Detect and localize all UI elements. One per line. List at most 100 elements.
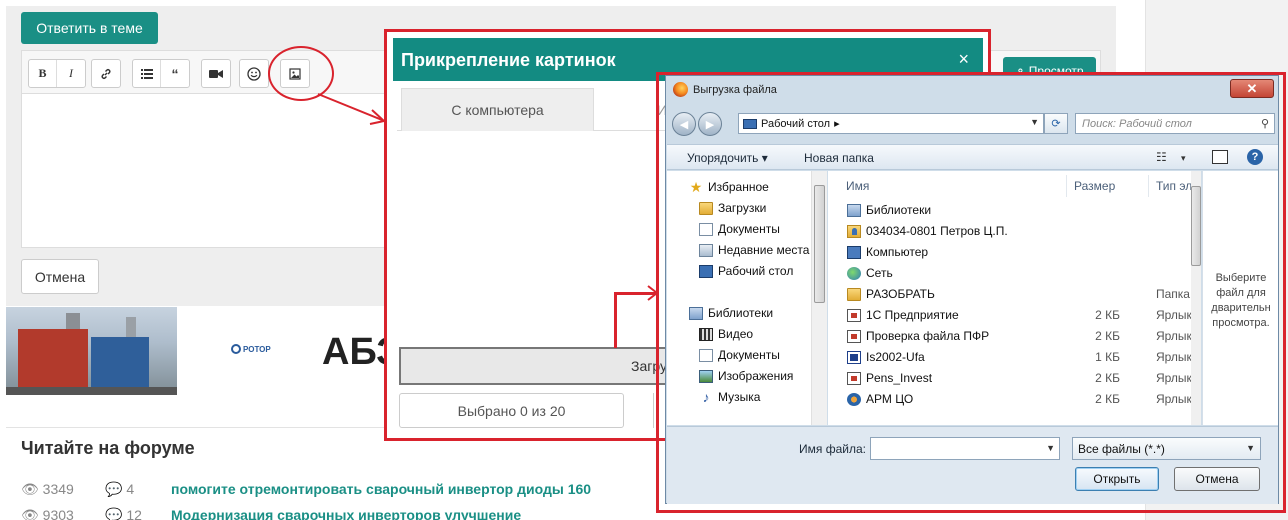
nav-images[interactable]: Изображения	[699, 367, 793, 385]
cancel-button[interactable]: Отмена	[21, 259, 99, 294]
file-row[interactable]: РАЗОБРАТЬ Папка	[828, 284, 1190, 305]
file-row[interactable]: Библиотеки	[828, 200, 1185, 221]
file-row[interactable]: Сеть	[828, 263, 1185, 284]
file-type: Ярлык	[1156, 329, 1192, 343]
file-name: Сеть	[847, 266, 893, 280]
preview-pane: Выберите файл для дварительн просмотра.	[1202, 171, 1278, 425]
open-button[interactable]: Открыть	[1075, 467, 1159, 491]
file-type: Папка	[1156, 287, 1190, 301]
chevron-down-icon[interactable]: ▼	[1246, 443, 1255, 453]
organize-menu[interactable]: Упорядочить ▾	[687, 151, 768, 165]
nav-favorites[interactable]: ★ Избранное	[689, 178, 769, 196]
nav-scrollbar[interactable]	[811, 171, 827, 425]
forum-topic-row: 👁 3349 💬 4 помогите отремонтировать свар…	[21, 481, 721, 499]
filename-label: Имя файла:	[799, 442, 866, 456]
quote-icon[interactable]: “	[161, 60, 189, 87]
help-icon[interactable]: ?	[1247, 149, 1263, 165]
italic-button[interactable]: I	[57, 60, 85, 87]
chevron-down-icon[interactable]: ▼	[1046, 443, 1055, 453]
close-icon[interactable]: ✕	[1230, 79, 1274, 98]
topic-link[interactable]: помогите отремонтировать сварочный инвер…	[171, 481, 591, 497]
video-icon[interactable]	[202, 60, 230, 87]
search-input[interactable]: Поиск: Рабочий стол ⚲	[1075, 113, 1275, 134]
pc-icon	[847, 245, 861, 259]
file-type-filter[interactable]: Все файлы (*.*) ▼	[1072, 437, 1261, 460]
bold-button[interactable]: B	[29, 60, 57, 87]
refresh-icon[interactable]: ⟳	[1044, 113, 1068, 134]
address-bar[interactable]: Рабочий стол ▸ ▼	[738, 113, 1044, 134]
nav-scrollbar-thumb[interactable]	[814, 185, 825, 303]
upload-button[interactable]: Загру	[399, 347, 675, 385]
search-icon: ⚲	[1260, 118, 1269, 130]
file-size: 2 КБ	[1095, 371, 1120, 385]
search-placeholder: Поиск: Рабочий стол	[1082, 117, 1192, 130]
navigation-pane: ★ Избранное Загрузки Документы Недавние м…	[667, 171, 827, 425]
read-on-forum-widget: Читайте на форуме 👁 3349 💬 4 помогите от…	[6, 427, 591, 520]
file-type: Ярлык	[1156, 308, 1192, 322]
documents-icon	[699, 348, 713, 362]
annotation-line	[614, 292, 617, 348]
dialog-footer: Имя файла: ▼ Все файлы (*.*) ▼ Открыть О…	[667, 426, 1278, 504]
chevron-down-icon[interactable]: ▼	[1030, 117, 1039, 127]
file-name: РАЗОБРАТЬ	[847, 287, 935, 301]
nav-music[interactable]: ♪ Музыка	[699, 388, 761, 406]
column-size-header[interactable]: Размер	[1074, 179, 1115, 193]
file-name: АРМ ЦО	[847, 392, 913, 406]
column-type-header[interactable]: Тип эл	[1156, 179, 1192, 193]
file-row[interactable]: АРМ ЦО 2 КБ Ярлык	[828, 389, 1192, 410]
emoji-group	[239, 59, 269, 88]
app-icon	[847, 371, 861, 385]
app-icon	[847, 329, 861, 343]
tab-from-computer[interactable]: С компьютера	[401, 88, 594, 131]
filename-input[interactable]: ▼	[870, 437, 1060, 460]
nav-recent-places[interactable]: Недавние места	[699, 241, 809, 259]
star-icon: ★	[689, 178, 703, 195]
nav-libraries[interactable]: Библиотеки	[689, 304, 773, 322]
address-text: Рабочий стол	[761, 117, 831, 130]
topic-link[interactable]: Модернизация сварочных инверторов улучше…	[171, 507, 521, 520]
ad-banner[interactable]: РОТОР АБЗ	[6, 307, 400, 395]
new-folder-button[interactable]: Новая папка	[804, 151, 874, 165]
column-name-header[interactable]: Имя	[846, 179, 869, 193]
list-icon[interactable]	[133, 60, 161, 87]
music-note-icon: ♪	[702, 388, 710, 405]
firefox-icon	[673, 82, 688, 97]
nav-downloads[interactable]: Загрузки	[699, 199, 766, 217]
video-library-icon	[699, 327, 713, 341]
view-menu-dropdown[interactable]: ▾	[1181, 153, 1186, 164]
video-group	[201, 59, 231, 88]
file-row[interactable]: 1С Предприятие 2 КБ Ярлык	[828, 305, 1192, 326]
file-row[interactable]: Is2002-Ufa 1 КБ Ярлык	[828, 347, 1192, 368]
column-separator[interactable]	[1148, 175, 1149, 197]
file-row[interactable]: Компьютер	[828, 242, 1185, 263]
forward-arrow-icon[interactable]: ▶	[698, 112, 722, 136]
nav-video[interactable]: Видео	[699, 325, 753, 343]
reply-in-topic-button[interactable]: Ответить в теме	[21, 12, 158, 44]
nav-documents[interactable]: Документы	[699, 220, 780, 238]
file-row[interactable]: Pens_Invest 2 КБ Ярлык	[828, 368, 1192, 389]
file-size: 2 КБ	[1095, 308, 1120, 322]
lib-icon	[847, 203, 861, 217]
view-options-icon[interactable]: ☷	[1156, 150, 1167, 164]
file-list-scrollbar[interactable]	[1191, 171, 1201, 425]
file-row[interactable]: 034034-0801 Петров Ц.П.	[828, 221, 1185, 242]
file-row[interactable]: Проверка файла ПФР 2 КБ Ярлык	[828, 326, 1192, 347]
smiley-icon[interactable]	[240, 60, 268, 87]
file-name: Компьютер	[847, 245, 928, 259]
file-list-scrollbar-thumb[interactable]	[1191, 186, 1201, 266]
forum-topic-row: 👁 9303 💬 12 Модернизация сварочных инвер…	[21, 507, 721, 520]
nav-desktop[interactable]: Рабочий стол	[699, 262, 793, 280]
column-separator[interactable]	[1066, 175, 1067, 197]
file-type: Ярлык	[1156, 350, 1192, 364]
net-icon	[847, 266, 861, 280]
link-icon[interactable]	[92, 60, 120, 87]
address-chevron-icon[interactable]: ▸	[834, 117, 840, 130]
close-icon[interactable]: ×	[958, 49, 969, 70]
dialog-cancel-button[interactable]: Отмена	[1174, 467, 1260, 491]
file-size: 2 КБ	[1095, 329, 1120, 343]
nav-lib-documents[interactable]: Документы	[699, 346, 780, 364]
file-type-value: Все файлы (*.*)	[1078, 441, 1165, 456]
back-arrow-icon[interactable]: ◀	[672, 112, 696, 136]
file-name: 1С Предприятие	[847, 308, 959, 322]
preview-pane-icon[interactable]	[1212, 150, 1228, 164]
